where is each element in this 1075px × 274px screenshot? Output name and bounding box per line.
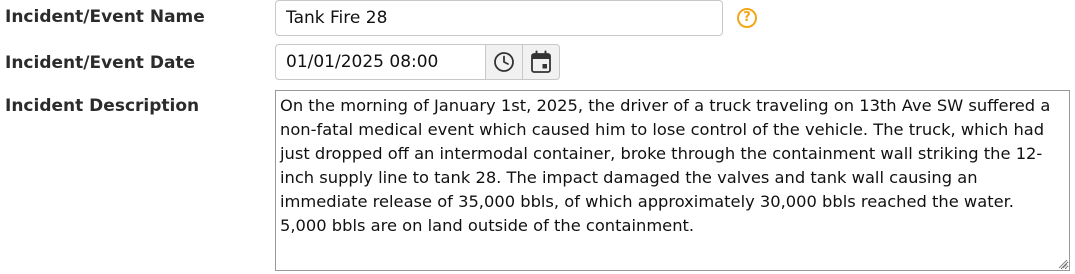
incident-date-group bbox=[275, 44, 560, 80]
time-picker-button[interactable] bbox=[485, 44, 522, 80]
question-circle-icon[interactable]: ? bbox=[737, 8, 757, 28]
incident-description-label: Incident Description bbox=[5, 96, 200, 116]
calendar-icon bbox=[531, 50, 551, 73]
incident-description-textarea[interactable]: On the morning of January 1st, 2025, the… bbox=[275, 90, 1070, 271]
clock-icon bbox=[494, 52, 514, 72]
incident-name-label: Incident/Event Name bbox=[5, 7, 205, 27]
incident-date-label: Incident/Event Date bbox=[5, 53, 196, 73]
incident-form: Incident/Event Name ? Incident/Event Dat… bbox=[0, 0, 1075, 274]
date-picker-button[interactable] bbox=[522, 44, 560, 80]
incident-date-input[interactable] bbox=[275, 44, 485, 80]
incident-name-input[interactable] bbox=[275, 0, 723, 36]
